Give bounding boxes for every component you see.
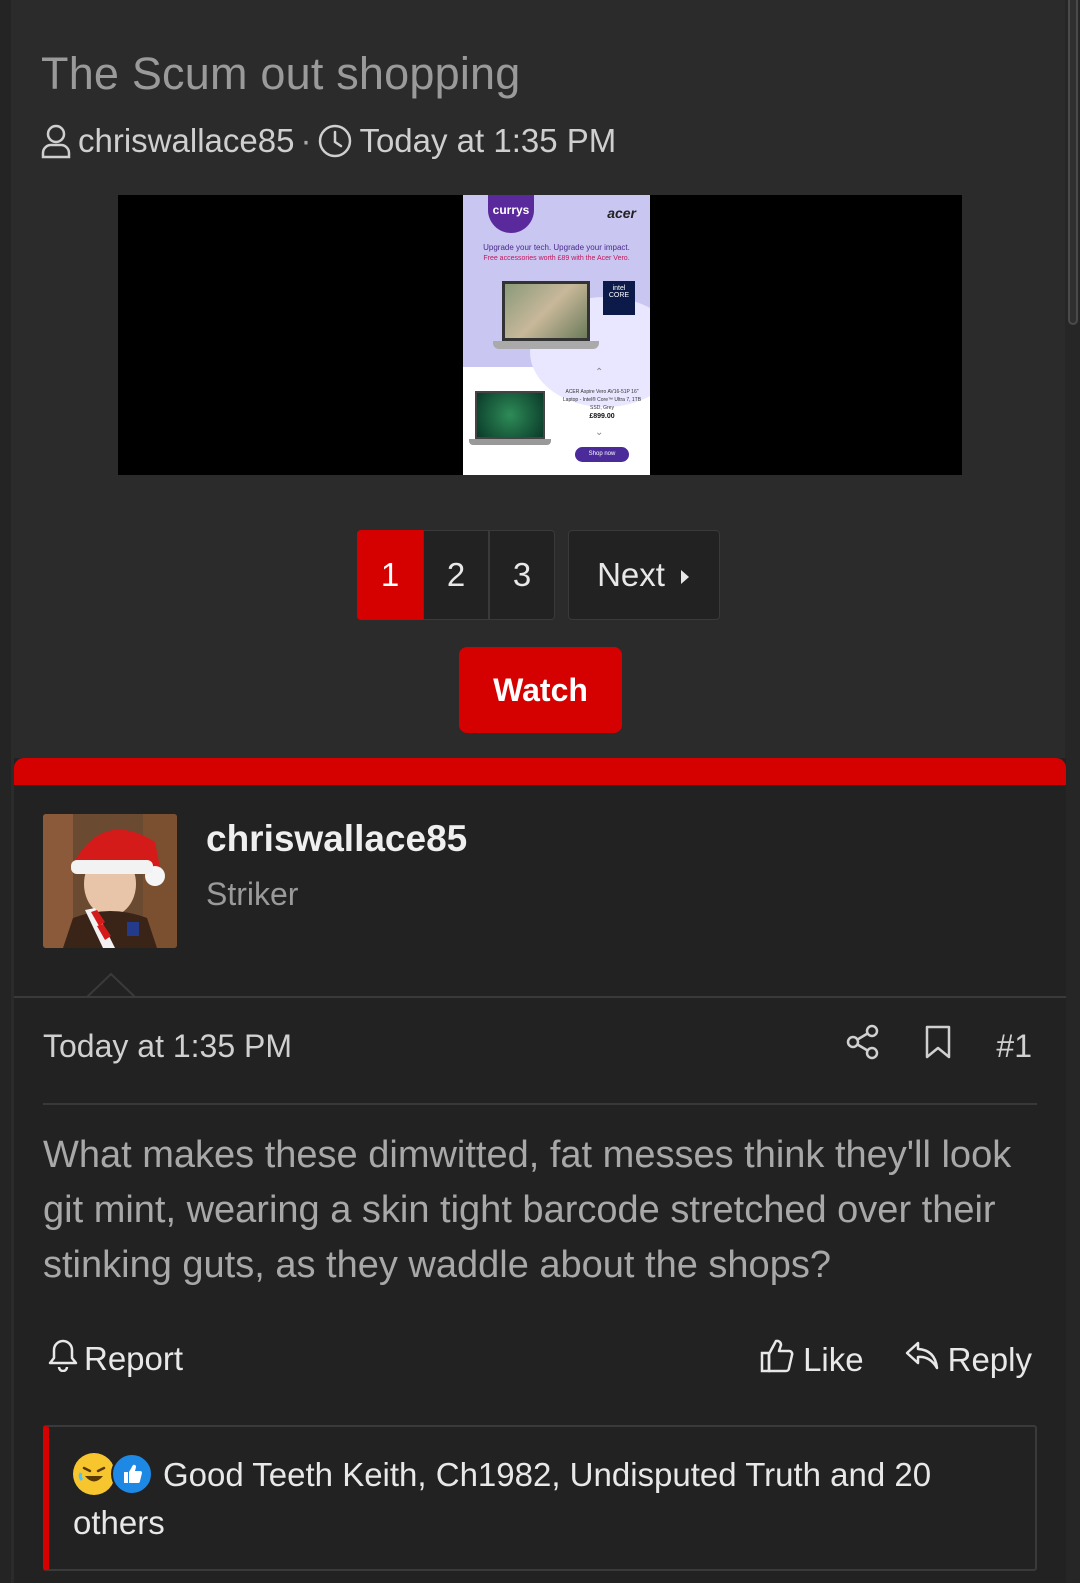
reactions-text[interactable]: Good Teeth Keith, Ch1982, Undisputed Tru… [73,1456,931,1541]
ad-subheadline: Free accessories worth £89 with the Acer… [483,255,630,262]
laptop-image [502,281,590,341]
post-bottom-actions: Like Reply [759,1338,1032,1382]
bookmark-icon[interactable] [924,1024,952,1068]
product-base [469,439,551,445]
next-page-button[interactable]: Next [568,530,720,620]
left-edge [0,0,11,1583]
currys-logo: currys [488,195,534,233]
acer-logo: acer [607,205,636,221]
shop-now-button[interactable]: Shop now [575,447,629,462]
scrollbar[interactable] [1068,0,1078,325]
watch-button[interactable]: Watch [459,647,622,733]
laptop-base [493,341,599,349]
thread-author-link[interactable]: chriswallace85 [78,122,294,160]
reply-icon [904,1340,940,1380]
laugh-reaction-icon [73,1453,115,1496]
thumbs-up-icon [759,1338,795,1382]
clock-icon [317,123,353,159]
advertisement[interactable]: currys acer Upgrade your tech. Upgrade y… [118,195,962,475]
like-button[interactable]: Like [759,1338,864,1382]
product-price: £899.00 [589,413,615,420]
reactions-bar[interactable]: Good Teeth Keith, Ch1982, Undisputed Tru… [43,1425,1037,1571]
post-top-actions: #1 [846,1024,1032,1068]
ad-creative[interactable]: currys acer Upgrade your tech. Upgrade y… [463,195,650,475]
user-divider [14,996,1066,998]
like-reaction-icon [111,1453,153,1496]
report-button[interactable]: Report [48,1338,183,1380]
product-image [475,391,545,439]
page-3-button[interactable]: 3 [489,530,555,620]
reply-label: Reply [947,1341,1032,1378]
post-header-divider [43,1103,1037,1105]
pagination: 1 2 3 Next [357,530,720,620]
intel-badge: intel CORE [603,281,635,315]
report-label: Report [84,1340,184,1377]
chevron-up-icon[interactable]: ⌃ [595,367,603,378]
page-2-button[interactable]: 2 [423,530,489,620]
thread-title: The Scum out shopping [41,48,521,99]
avatar[interactable] [43,814,177,948]
ad-top-panel: currys acer Upgrade your tech. Upgrade y… [463,195,650,407]
product-name: ACER Aspire Vero AV16-51P 16" Laptop - I… [562,389,642,411]
post-body: What makes these dimwitted, fat messes t… [43,1134,1012,1286]
bell-icon [48,1338,78,1380]
reaction-icons [73,1453,153,1496]
post: chriswallace85 Striker Today at 1:35 PM … [14,758,1066,1583]
post-accent-bar [14,758,1066,785]
post-time-link[interactable]: Today at 1:35 PM [43,1028,292,1065]
user-icon [40,123,72,159]
post-number-link[interactable]: #1 [996,1028,1032,1065]
page-1-button[interactable]: 1 [357,530,423,620]
chevron-down-icon[interactable]: ⌄ [595,427,603,438]
ad-headline: Upgrade your tech. Upgrade your impact. [483,243,630,252]
meta-separator: · [300,122,312,159]
post-username[interactable]: chriswallace85 [206,818,467,860]
user-title: Striker [206,876,299,912]
thread-date-link[interactable]: Today at 1:35 PM [359,122,616,160]
next-label: Next [597,556,665,593]
share-icon[interactable] [846,1024,880,1068]
caret-right-icon [679,556,691,594]
reply-button[interactable]: Reply [904,1340,1032,1380]
message-arrow [86,972,136,998]
like-label: Like [803,1341,864,1378]
thread-meta: chriswallace85 · Today at 1:35 PM [40,120,616,162]
